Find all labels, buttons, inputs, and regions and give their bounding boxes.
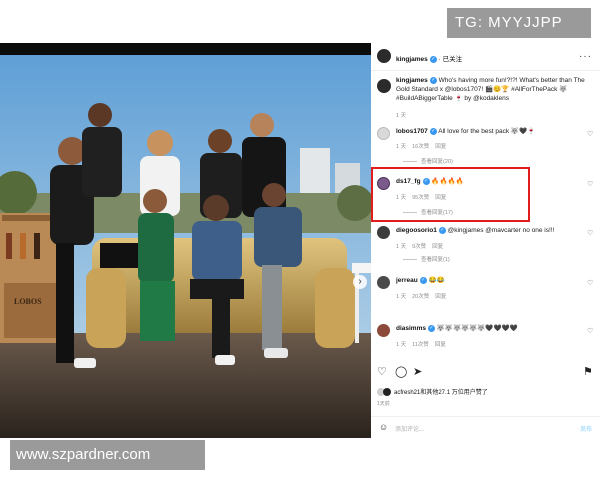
comment-meta: 1 天 11次赞 回复 bbox=[396, 340, 452, 348]
verified-icon: ✓ bbox=[429, 127, 437, 135]
commenter-username[interactable]: lobos1707 bbox=[396, 128, 428, 135]
verified-icon: ✓ bbox=[429, 55, 437, 63]
carousel-next-icon[interactable]: › bbox=[353, 275, 367, 289]
post-photo[interactable]: LOBOS › ● bbox=[0, 43, 371, 438]
comment-likes[interactable]: 11次赞 bbox=[412, 342, 429, 348]
comment-likes[interactable]: 16次赞 bbox=[412, 144, 429, 150]
like-comment-icon[interactable]: ♡ bbox=[587, 229, 593, 237]
like-comment-icon[interactable]: ♡ bbox=[587, 327, 593, 335]
comment-time: 1 天 bbox=[396, 342, 407, 348]
comment-likes[interactable]: 20次赞 bbox=[412, 294, 429, 300]
comment-likes[interactable]: 9次赞 bbox=[412, 244, 426, 250]
caption-text-block: kingjames ✓ Who's having more fun!?!?! Wh… bbox=[396, 76, 592, 103]
verified-icon: ✓ bbox=[429, 76, 437, 84]
commenter-username[interactable]: diegoosorio1 bbox=[396, 227, 437, 234]
post-comment-button[interactable]: 发布 bbox=[580, 424, 592, 433]
comment-meta: 1 天 20次赞 回复 bbox=[396, 292, 452, 300]
comment-text: 😂😂 bbox=[428, 277, 445, 284]
commenter-avatar[interactable] bbox=[377, 226, 390, 239]
commenter-username[interactable]: jerreau bbox=[396, 277, 418, 284]
share-icon[interactable]: ➤ bbox=[413, 365, 422, 378]
comment-text: @kingjames @mavcarter no one is!!! bbox=[447, 227, 555, 234]
save-icon[interactable]: ⚑ bbox=[583, 365, 593, 378]
comment-meta: 1 天 16次赞 回复 bbox=[396, 142, 452, 150]
like-icon[interactable]: ♡ bbox=[377, 365, 387, 378]
comment-text-block: diasimms ✓ 🐺🐺🐺🐺🐺🐺🖤🖤🖤🖤 bbox=[396, 324, 576, 333]
view-replies-button[interactable]: 查看回复(1) bbox=[403, 255, 450, 263]
post-date: 1天前 bbox=[377, 401, 390, 407]
comment-time: 1 天 bbox=[396, 294, 407, 300]
commenter-avatar[interactable] bbox=[377, 324, 390, 337]
comment-time: 1 天 bbox=[396, 144, 407, 150]
highlight-box bbox=[371, 167, 530, 222]
like-comment-icon[interactable]: ♡ bbox=[587, 279, 593, 287]
reply-button[interactable]: 回复 bbox=[435, 294, 446, 300]
author-avatar[interactable] bbox=[377, 49, 391, 63]
follow-status[interactable]: · 已关注 bbox=[439, 56, 462, 63]
commenter-avatar[interactable] bbox=[377, 127, 390, 140]
like-comment-icon[interactable]: ♡ bbox=[587, 130, 593, 138]
verified-icon: ✓ bbox=[428, 324, 435, 332]
comment-text: All love for the best pack 🐺🖤🍷 bbox=[438, 128, 536, 135]
post-action-bar: ♡ ◯ ➤ ⚑ bbox=[371, 365, 600, 381]
comment-time: 1 天 bbox=[396, 244, 407, 250]
reply-button[interactable]: 回复 bbox=[435, 144, 446, 150]
emoji-icon[interactable]: ☺ bbox=[379, 422, 388, 432]
verified-icon: ✓ bbox=[438, 226, 446, 234]
watermark-bottom: www.szpardner.com bbox=[10, 440, 205, 470]
comment-input[interactable]: 添加评论... bbox=[395, 424, 424, 433]
bottle-brand-label: LOBOS bbox=[14, 297, 42, 306]
caption-avatar[interactable] bbox=[377, 79, 391, 93]
comment-text-block: jerreau ✓ 😂😂 bbox=[396, 276, 576, 285]
author-row: kingjames ✓ · 已关注 bbox=[396, 53, 462, 63]
likes-summary[interactable]: acfresh21和其他27.1 万位用户赞了 bbox=[377, 387, 488, 397]
like-comment-icon[interactable]: ♡ bbox=[587, 180, 593, 188]
comment-icon[interactable]: ◯ bbox=[395, 365, 407, 378]
comment-text-block: lobos1707 ✓ All love for the best pack 🐺🖤… bbox=[396, 127, 576, 136]
reply-button[interactable]: 回复 bbox=[435, 342, 446, 348]
reply-button[interactable]: 回复 bbox=[432, 244, 443, 250]
more-options-icon[interactable]: ··· bbox=[579, 51, 592, 62]
post-detail-panel: kingjames ✓ · 已关注 ··· kingjames ✓ Who's ha… bbox=[371, 43, 600, 438]
author-username[interactable]: kingjames bbox=[396, 56, 428, 63]
caption-username[interactable]: kingjames bbox=[396, 77, 428, 84]
watermark-top: TG: MYYJJPP bbox=[447, 8, 591, 38]
likes-text: acfresh21和其他27.1 万位用户赞了 bbox=[394, 390, 488, 396]
liker-avatar bbox=[383, 388, 391, 397]
verified-icon: ✓ bbox=[419, 276, 427, 284]
commenter-username[interactable]: diasimms bbox=[396, 325, 426, 332]
caption-time: 1 天 bbox=[396, 113, 407, 119]
comment-text: 🐺🐺🐺🐺🐺🐺🖤🖤🖤🖤 bbox=[436, 325, 518, 332]
post-header: kingjames ✓ · 已关注 ··· bbox=[371, 43, 600, 71]
group-photo-illustration bbox=[0, 55, 371, 438]
comment-meta: 1 天 9次赞 回复 bbox=[396, 242, 449, 250]
comment-text-block: diegoosorio1 ✓ @kingjames @mavcarter no o… bbox=[396, 226, 576, 235]
view-replies-button[interactable]: 查看回复(20) bbox=[403, 157, 453, 165]
screenshot-stage: LOBOS › ● kingjames✓ · 已关注 ··· kingjames… bbox=[0, 0, 600, 480]
add-comment-bar: ☺ 添加评论... 发布 bbox=[371, 416, 600, 438]
commenter-avatar[interactable] bbox=[377, 276, 390, 289]
